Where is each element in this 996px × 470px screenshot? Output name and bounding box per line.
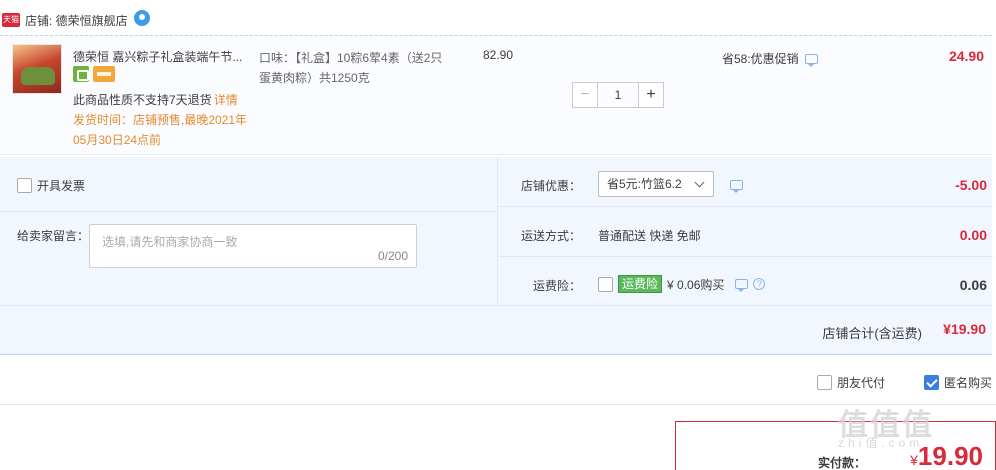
insurance-amount: 0.06 — [959, 277, 987, 293]
order-options-panel: 开具发票 给卖家留言： 选填,请先和商家协商一致 0/200 店铺优惠： 省5元… — [0, 157, 993, 355]
shipping-amount: 0.00 — [959, 227, 987, 243]
shop-discount-select[interactable]: 省5元:竹篮6.2 — [598, 171, 714, 197]
shop-header: 天猫 店铺: 德荣恒旗舰店 — [0, 8, 996, 32]
currency-symbol: ¥ — [910, 452, 918, 468]
divider — [0, 211, 497, 212]
shipping-label: 运送方式： — [520, 229, 581, 243]
ship-time-notice: 发货时间：店铺预售,最晚2021年05月30日24点前 — [73, 113, 248, 147]
insurance-price: ¥ 0.06购买 — [667, 277, 725, 292]
promotion-comment-icon[interactable] — [804, 53, 818, 67]
anonymous-buy-option[interactable]: 匿名购买 — [924, 374, 992, 391]
shop-total-value: ¥19.90 — [943, 321, 986, 337]
discount-comment-icon[interactable] — [730, 180, 743, 193]
insurance-row: 运费险： 运费险 ¥ 0.06购买 ? 0.06 — [498, 257, 993, 305]
insurance-checkbox[interactable] — [598, 276, 613, 292]
friend-pay-label: 朋友代付 — [837, 376, 886, 390]
no-return-text: 此商品性质不支持7天退货 — [73, 93, 212, 107]
quantity-decrease-button[interactable]: − — [572, 82, 598, 108]
cart-item-row: 德荣恒 嘉兴粽子礼盒装端午节... 此商品性质不支持7天退货 详情 发货时间：店铺… — [0, 35, 992, 155]
shop-discount-selected: 省5元:竹篮6.2 — [607, 177, 682, 191]
service-badges — [73, 66, 115, 82]
payment-options: 朋友代付 匿名购买 — [0, 365, 996, 405]
watermark-sub: zhi值.com — [838, 436, 924, 450]
card-payment-badge-icon[interactable] — [93, 66, 115, 82]
unit-price: 82.90 — [483, 48, 514, 62]
insurance-tag: 运费险 — [618, 275, 663, 293]
quantity-input[interactable]: 1 — [598, 82, 638, 108]
site-watermark: 值值值 zhi值.com — [838, 400, 988, 450]
promotion-text[interactable]: 省58:优惠促销 — [722, 50, 799, 67]
order-left-pane: 开具发票 给卖家留言： 选填,请先和商家协商一致 0/200 — [0, 157, 497, 305]
quantity-stepper: − 1 + — [572, 82, 664, 108]
seller-message-textarea[interactable]: 选填,请先和商家协商一致 0/200 — [89, 224, 417, 268]
order-right-pane: 店铺优惠： 省5元:竹篮6.2 -5.00 运送方式： 普通配送 快递 免邮 0… — [497, 157, 993, 305]
insurance-option: 运费险 ¥ 0.06购买 ? — [598, 275, 766, 293]
actual-payment-label: 实付款： — [818, 456, 867, 470]
insurance-label: 运费险： — [532, 279, 581, 293]
invoice-label: 开具发票 — [37, 179, 86, 193]
invoice-checkbox[interactable] — [17, 178, 32, 193]
shop-total-label: 店铺合计(含运费) — [822, 326, 922, 341]
no-return-notice: 此商品性质不支持7天退货 详情 — [73, 91, 238, 108]
item-subtotal: 24.90 — [948, 48, 984, 64]
shop-discount-amount: -5.00 — [955, 177, 987, 193]
seller-message-placeholder: 选填,请先和商家协商一致 — [102, 235, 238, 249]
item-promotion: 省58:优惠促销 — [722, 50, 818, 67]
product-thumbnail[interactable] — [12, 44, 62, 94]
friend-pay-option[interactable]: 朋友代付 — [817, 374, 885, 391]
insurance-comment-icon[interactable] — [735, 279, 749, 292]
shipping-method: 普通配送 快递 免邮 — [598, 229, 701, 243]
shop-total-row: 店铺合计(含运费) ¥19.90 — [0, 305, 992, 355]
anonymous-buy-checkbox[interactable] — [924, 375, 939, 390]
shop-discount-label: 店铺优惠： — [520, 179, 581, 193]
wangwang-chat-icon[interactable] — [133, 10, 150, 26]
sku-spec: 口味：【礼盒】10粽6荤4素（送2只蛋黄肉粽）共1250克 — [259, 51, 443, 85]
invoice-option[interactable]: 开具发票 — [17, 177, 85, 194]
seller-message-char-count: 0/200 — [377, 249, 408, 263]
chevron-down-icon — [694, 177, 705, 188]
guarantee-badge-icon[interactable] — [73, 66, 89, 82]
quantity-increase-button[interactable]: + — [638, 82, 664, 108]
no-return-detail-link[interactable]: 详情 — [214, 93, 238, 107]
product-title-link[interactable]: 德荣恒 嘉兴粽子礼盒装端午节... — [73, 48, 248, 65]
friend-pay-checkbox[interactable] — [817, 375, 832, 390]
seller-message-label: 给卖家留言： — [17, 229, 90, 243]
shop-name-link[interactable]: 店铺: 德荣恒旗舰店 — [25, 12, 128, 29]
anonymous-buy-label: 匿名购买 — [944, 376, 993, 390]
shop-discount-row: 店铺优惠： 省5元:竹篮6.2 -5.00 — [498, 157, 993, 207]
tmall-icon: 天猫 — [2, 13, 20, 27]
shipping-row: 运送方式： 普通配送 快递 免邮 0.00 — [498, 207, 993, 257]
actual-payment-value: 19.90 — [917, 441, 983, 470]
help-icon[interactable]: ? — [753, 278, 766, 290]
